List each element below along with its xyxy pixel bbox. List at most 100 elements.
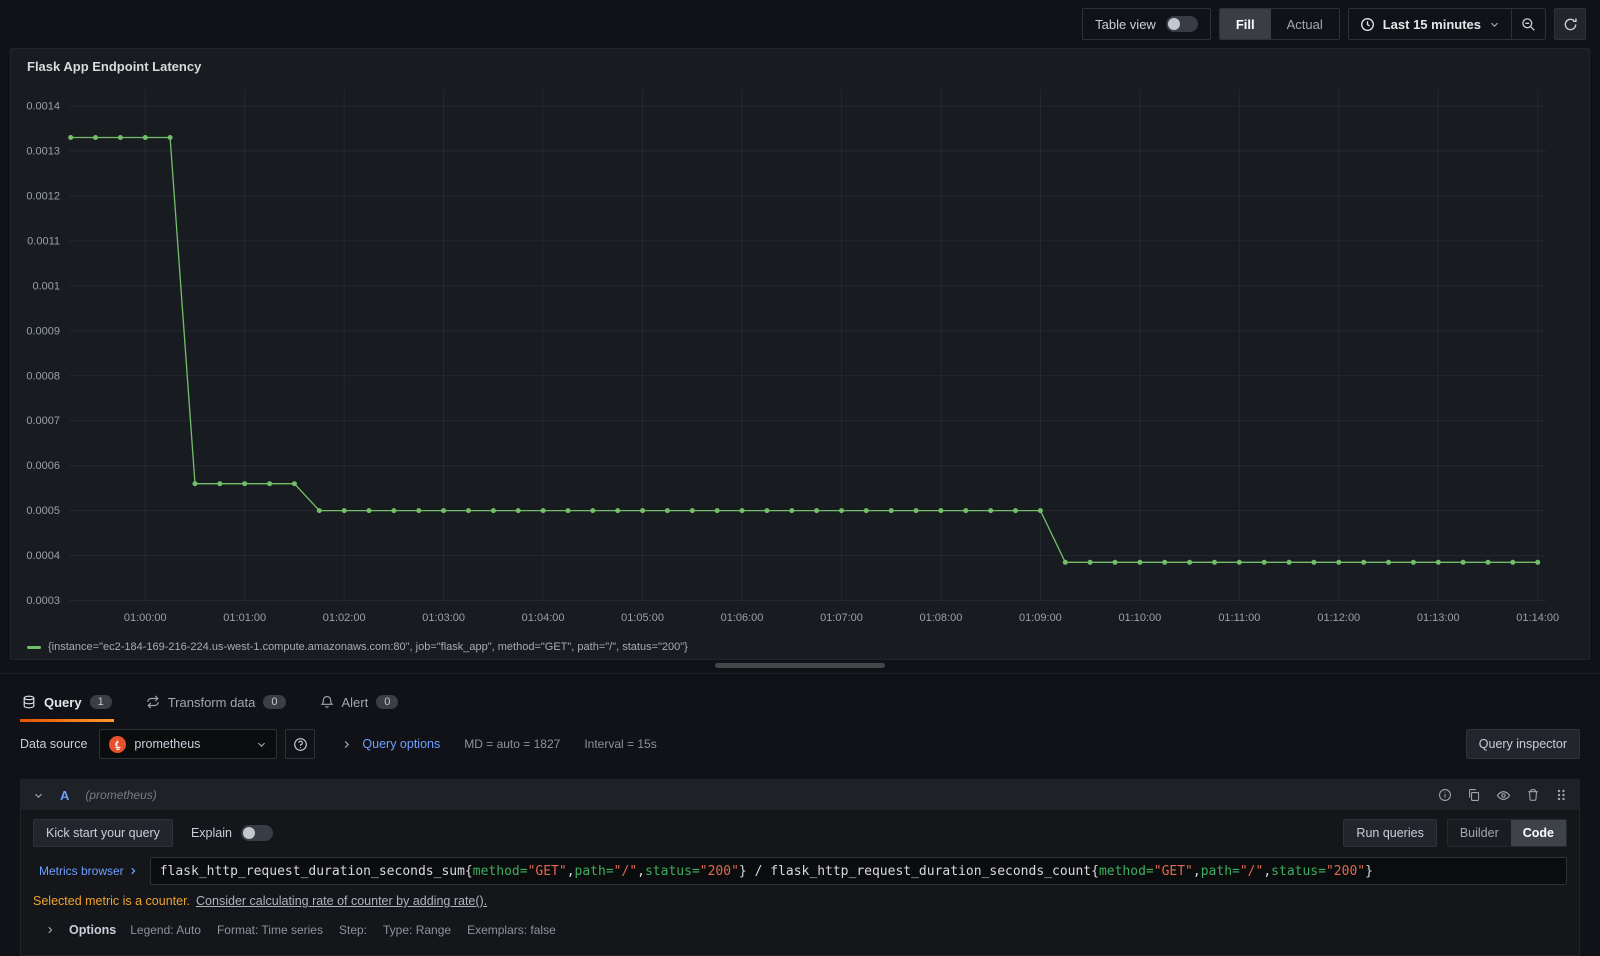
builder-code-segmented: Builder Code bbox=[1446, 819, 1567, 847]
svg-text:01:05:00: 01:05:00 bbox=[621, 612, 664, 624]
chevron-down-icon bbox=[256, 739, 267, 750]
transform-icon bbox=[146, 695, 160, 709]
run-queries-button[interactable]: Run queries bbox=[1343, 819, 1437, 847]
query-row-body: Kick start your query Explain Run querie… bbox=[21, 810, 1579, 955]
remove-query-trash-icon[interactable] bbox=[1526, 788, 1540, 802]
duplicate-query-icon[interactable] bbox=[1467, 788, 1481, 802]
time-series-panel: Flask App Endpoint Latency 0.0003 0.0004 0… bbox=[10, 48, 1590, 660]
database-icon bbox=[22, 695, 36, 709]
svg-text:0.0003: 0.0003 bbox=[26, 595, 60, 607]
svg-text:01:08:00: 01:08:00 bbox=[920, 612, 963, 624]
time-picker-group: Last 15 minutes bbox=[1347, 8, 1546, 40]
fill-button[interactable]: Fill bbox=[1219, 9, 1271, 39]
svg-text:0.0014: 0.0014 bbox=[26, 101, 60, 113]
svg-text:01:11:00: 01:11:00 bbox=[1218, 612, 1260, 624]
options-summary-item: Exemplars: false bbox=[467, 923, 556, 937]
code-button[interactable]: Code bbox=[1510, 820, 1566, 846]
query-toolbar: Kick start your query Explain Run querie… bbox=[33, 819, 1567, 847]
legend-item[interactable]: {instance="ec2-184-169-216-224.us-west-1… bbox=[27, 641, 688, 653]
panel-title[interactable]: Flask App Endpoint Latency bbox=[27, 59, 201, 74]
warning-text: Selected metric is a counter. bbox=[33, 894, 191, 908]
svg-text:01:06:00: 01:06:00 bbox=[721, 612, 764, 624]
query-row-actions bbox=[1438, 788, 1567, 803]
svg-text:01:10:00: 01:10:00 bbox=[1118, 612, 1161, 624]
datasource-select[interactable]: prometheus bbox=[99, 729, 278, 759]
chevron-right-icon[interactable] bbox=[341, 739, 352, 750]
options-summary-item: Type: Range bbox=[383, 923, 452, 937]
fill-actual-segmented: Fill Actual bbox=[1218, 8, 1340, 40]
query-ref-id: A bbox=[60, 787, 70, 803]
chevron-down-icon bbox=[1489, 19, 1500, 30]
options-summary-item: Step: bbox=[338, 923, 368, 937]
explain-label: Explain bbox=[190, 826, 232, 840]
svg-text:0.0008: 0.0008 bbox=[26, 370, 60, 382]
tab-label: Query bbox=[44, 694, 82, 710]
chevron-right-icon[interactable] bbox=[45, 925, 55, 935]
promql-query-input[interactable]: flask_http_request_duration_seconds_sum{… bbox=[149, 857, 1567, 885]
svg-text:01:07:00: 01:07:00 bbox=[820, 612, 863, 624]
collapse-chevron-icon[interactable] bbox=[33, 790, 44, 801]
datasource-row: Data source prometheus Query options MD … bbox=[20, 729, 1580, 759]
query-code-row: Metrics browser flask_http_request_durat… bbox=[33, 857, 1567, 885]
refresh-button[interactable] bbox=[1554, 8, 1586, 40]
metrics-browser-label: Metrics browser bbox=[39, 864, 124, 878]
chevron-right-icon bbox=[128, 866, 138, 876]
builder-button[interactable]: Builder bbox=[1448, 820, 1511, 846]
hide-query-eye-icon[interactable] bbox=[1496, 788, 1511, 803]
actual-button[interactable]: Actual bbox=[1271, 9, 1339, 39]
svg-text:01:14:00: 01:14:00 bbox=[1516, 612, 1559, 624]
prometheus-icon bbox=[109, 735, 127, 753]
svg-text:01:02:00: 01:02:00 bbox=[323, 612, 366, 624]
options-label[interactable]: Options bbox=[69, 923, 116, 937]
tab-alert[interactable]: Alert 0 bbox=[318, 682, 401, 722]
svg-text:01:00:00: 01:00:00 bbox=[124, 612, 167, 624]
svg-text:0.0006: 0.0006 bbox=[26, 460, 60, 472]
options-summary-item: Legend: Auto bbox=[130, 923, 201, 937]
counter-warning: Selected metric is a counter. Consider c… bbox=[33, 894, 1567, 908]
query-options-group: Query options MD = auto = 1827 Interval … bbox=[341, 737, 657, 751]
time-range-button[interactable]: Last 15 minutes bbox=[1349, 9, 1511, 39]
kick-start-query-button[interactable]: Kick start your query bbox=[33, 819, 173, 847]
svg-text:0.0005: 0.0005 bbox=[26, 505, 60, 517]
query-options-md: MD = auto = 1827 bbox=[464, 737, 561, 751]
warning-rate-link[interactable]: Consider calculating rate of counter by … bbox=[196, 894, 487, 908]
legend-series-label: {instance="ec2-184-169-216-224.us-west-1… bbox=[48, 641, 688, 653]
query-options-collapsed-row: Options Legend: Auto Format: Time series S… bbox=[33, 921, 1567, 945]
help-icon[interactable] bbox=[1438, 788, 1452, 802]
tab-transform-data[interactable]: Transform data 0 bbox=[144, 682, 288, 722]
svg-text:0.0004: 0.0004 bbox=[26, 550, 60, 562]
refresh-icon bbox=[1563, 17, 1578, 32]
svg-text:0.001: 0.001 bbox=[32, 280, 60, 292]
explain-toggle[interactable] bbox=[240, 825, 273, 841]
query-row-header[interactable]: A (prometheus) bbox=[21, 780, 1579, 810]
svg-text:0.0007: 0.0007 bbox=[26, 415, 60, 427]
tab-query[interactable]: Query 1 bbox=[20, 682, 114, 722]
zoom-out-button[interactable] bbox=[1511, 9, 1545, 39]
time-series-chart[interactable]: 0.0003 0.0004 0.0005 0.0006 0.0007 0.0008 0.00… bbox=[11, 49, 1589, 634]
datasource-help-button[interactable] bbox=[285, 729, 316, 759]
query-options-interval: Interval = 15s bbox=[584, 737, 657, 751]
drag-handle-icon[interactable] bbox=[1555, 788, 1567, 802]
query-options-link[interactable]: Query options bbox=[362, 737, 440, 751]
metrics-browser-link[interactable]: Metrics browser bbox=[33, 857, 150, 885]
svg-text:01:13:00: 01:13:00 bbox=[1417, 612, 1460, 624]
explain-control: Explain bbox=[191, 825, 273, 841]
svg-text:01:04:00: 01:04:00 bbox=[522, 612, 565, 624]
question-circle-icon bbox=[293, 737, 308, 752]
svg-text:01:03:00: 01:03:00 bbox=[422, 612, 465, 624]
time-range-label: Last 15 minutes bbox=[1382, 16, 1481, 32]
query-inspector-button[interactable]: Query inspector bbox=[1465, 729, 1580, 759]
legend-series-swatch bbox=[27, 645, 41, 649]
svg-text:0.0012: 0.0012 bbox=[26, 190, 60, 202]
table-view-toggle[interactable] bbox=[1165, 16, 1198, 32]
tab-badge: 1 bbox=[89, 695, 112, 709]
magnifier-minus-icon bbox=[1521, 17, 1536, 32]
clock-icon bbox=[1360, 17, 1375, 32]
tab-badge: 0 bbox=[263, 695, 286, 709]
tab-label: Alert bbox=[341, 694, 369, 710]
horizontal-scrollbar-thumb[interactable] bbox=[715, 663, 885, 668]
svg-text:01:01:00: 01:01:00 bbox=[223, 612, 266, 624]
options-summary-item: Format: Time series bbox=[216, 923, 323, 937]
table-view-control: Table view bbox=[1082, 8, 1211, 40]
svg-text:01:12:00: 01:12:00 bbox=[1317, 612, 1360, 624]
